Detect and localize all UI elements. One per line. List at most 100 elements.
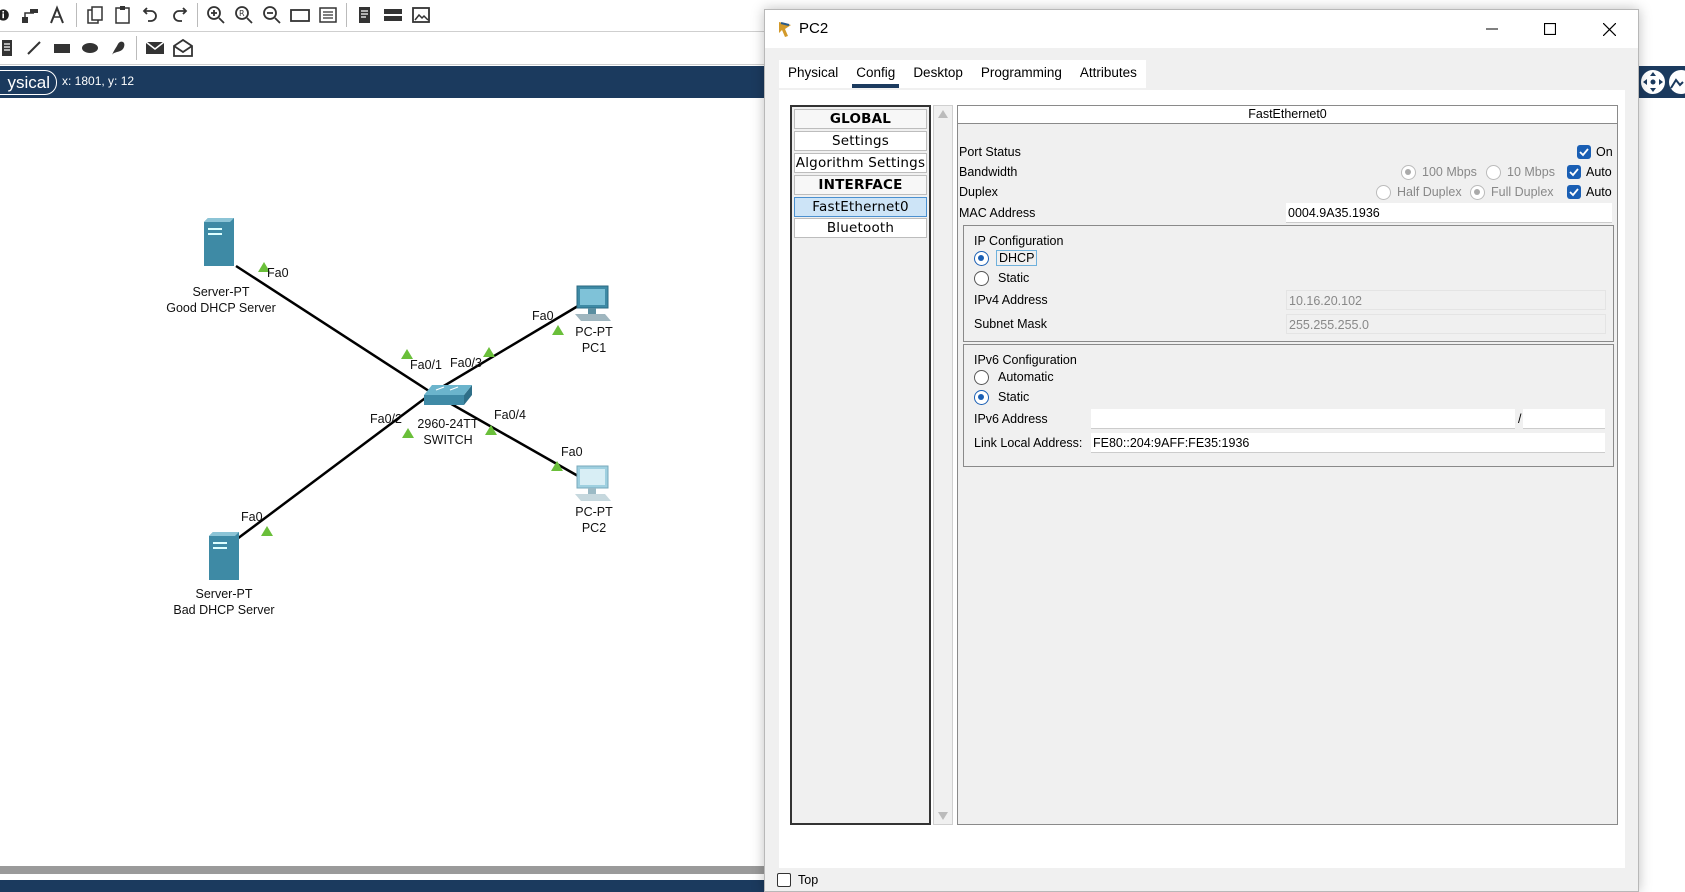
full-duplex-radio[interactable] [1470, 185, 1485, 200]
note-icon[interactable] [0, 34, 20, 62]
check-icon [1579, 148, 1589, 157]
pc2-config-dialog: PC2 Physical Config Desktop Programming … [764, 9, 1639, 892]
tab-programming[interactable]: Programming [972, 60, 1071, 88]
dialog-titlebar[interactable]: PC2 [765, 10, 1638, 48]
ip-configuration-group: IP Configuration DHCP Static IPv4 Addres… [963, 225, 1614, 342]
minimize-button[interactable] [1463, 10, 1521, 48]
scroll-up-icon[interactable] [938, 110, 948, 118]
top-checkbox[interactable] [777, 873, 791, 887]
horizontal-scrollbar[interactable] [0, 866, 770, 874]
topology-canvas[interactable] [0, 98, 770, 866]
port-label: Fa0/4 [494, 408, 526, 422]
bad-dhcp-server-icon[interactable] [209, 532, 239, 580]
dhcp-radio[interactable] [974, 251, 989, 266]
palette-icon[interactable] [314, 1, 342, 29]
mac-address-label: MAC Address [959, 206, 1036, 220]
switch-icon[interactable] [424, 385, 472, 405]
physical-mode-tab[interactable]: ysical [0, 70, 57, 95]
duplex-label: Duplex [959, 185, 998, 199]
paste-icon[interactable] [109, 1, 137, 29]
close-button[interactable] [1580, 10, 1638, 48]
tab-physical[interactable]: Physical [779, 60, 847, 88]
freeform-icon[interactable] [104, 34, 132, 62]
sidebar-item-algorithm-settings[interactable]: Algorithm Settings [794, 153, 927, 173]
complex-pdu-icon[interactable] [169, 34, 197, 62]
dialog-title: PC2 [799, 20, 829, 37]
port-label: Fa0 [561, 445, 583, 459]
notes-icon[interactable] [351, 1, 379, 29]
interface-settings: FastEthernet0 Port Status On Bandwidth 1… [957, 105, 1618, 825]
line-icon[interactable] [20, 34, 48, 62]
bandwidth-10-radio[interactable] [1486, 165, 1501, 180]
tab-desktop[interactable]: Desktop [904, 60, 972, 88]
viewport-icon[interactable] [1668, 69, 1685, 95]
ellipse-icon[interactable] [76, 34, 104, 62]
sidebar-item-fastethernet0[interactable]: FastEthernet0 [794, 197, 927, 217]
redo-icon[interactable] [165, 1, 193, 29]
port-light [261, 526, 273, 536]
sidebar-item-settings[interactable]: Settings [794, 131, 927, 151]
tab-attributes[interactable]: Attributes [1071, 60, 1146, 88]
mac-address-field[interactable]: 0004.9A35.1936 [1286, 203, 1612, 223]
bandwidth-100-radio[interactable] [1401, 165, 1416, 180]
maximize-button[interactable] [1521, 10, 1579, 48]
bandwidth-10-label: 10 Mbps [1507, 165, 1555, 179]
ipv6-static-label: Static [998, 390, 1030, 404]
ipv6-automatic-radio[interactable] [974, 370, 989, 385]
good-dhcp-server-icon[interactable] [204, 218, 234, 266]
half-duplex-label: Half Duplex [1397, 185, 1462, 199]
info-icon[interactable] [0, 1, 16, 29]
port-label: Fa0/3 [450, 356, 482, 370]
bandwidth-auto-label: Auto [1586, 165, 1612, 179]
dialog-tabs: Physical Config Desktop Programming Attr… [779, 60, 1146, 88]
link-local-address-field[interactable]: FE80::204:9AFF:FE35:1936 [1091, 433, 1605, 453]
device-icon[interactable] [379, 1, 407, 29]
port-label: Fa0 [267, 266, 289, 280]
subnet-mask-field[interactable]: 255.255.255.0 [1286, 314, 1606, 334]
ipv6-automatic-label: Automatic [998, 370, 1054, 384]
simple-pdu-icon[interactable] [141, 34, 169, 62]
network-info-icon[interactable] [16, 1, 44, 29]
port-status-label: Port Status [959, 145, 1021, 159]
device-label-pc1: PC-PT PC1 [575, 325, 613, 355]
port-status-on-label: On [1596, 145, 1613, 159]
ipv6-configuration-title: IPv6 Configuration [974, 353, 1077, 367]
app-root: R ysical x: 1801, y: 12 Server-PT Good D… [0, 0, 1685, 892]
pc1-icon[interactable] [575, 285, 611, 321]
navigation-icon[interactable] [1640, 69, 1666, 95]
ipv4-address-field[interactable]: 10.16.20.102 [1286, 290, 1606, 310]
undo-icon[interactable] [137, 1, 165, 29]
ip-static-radio[interactable] [974, 271, 989, 286]
ipv6-static-radio[interactable] [974, 390, 989, 405]
port-status-checkbox[interactable] [1577, 145, 1591, 159]
sidebar-item-bluetooth[interactable]: Bluetooth [794, 218, 927, 238]
copy-icon[interactable] [81, 1, 109, 29]
duplex-auto-checkbox[interactable] [1567, 185, 1581, 199]
prefix-slash: / [1518, 412, 1522, 426]
dhcp-label: DHCP [996, 250, 1038, 266]
zoom-in-icon[interactable] [202, 1, 230, 29]
rectangle-icon[interactable] [48, 34, 76, 62]
half-duplex-radio[interactable] [1376, 185, 1391, 200]
ipv6-prefix-field[interactable] [1523, 409, 1605, 429]
scroll-down-icon[interactable] [938, 812, 948, 820]
rectangle-window-icon[interactable] [286, 1, 314, 29]
image-icon[interactable] [407, 1, 435, 29]
port-label: Fa0 [241, 510, 263, 524]
zoom-out-icon[interactable] [258, 1, 286, 29]
pc2-icon[interactable] [575, 465, 611, 501]
config-panel: GLOBAL Settings Algorithm Settings INTER… [779, 90, 1625, 868]
toolbar-separator [197, 3, 198, 27]
zoom-reset-icon[interactable]: R [230, 1, 258, 29]
bandwidth-auto-checkbox[interactable] [1567, 165, 1581, 179]
inspect-icon[interactable] [44, 1, 72, 29]
ipv6-address-field[interactable] [1091, 409, 1515, 429]
sidebar-scrollbar[interactable] [933, 105, 953, 825]
cursor-coordinates: x: 1801, y: 12 [62, 74, 135, 88]
svg-text:R: R [239, 9, 245, 18]
tab-config[interactable]: Config [847, 60, 904, 88]
toolbar-separator [76, 3, 77, 27]
port-label: Fa0/2 [370, 412, 402, 426]
ip-static-label: Static [998, 271, 1030, 285]
top-checkbox-label: Top [798, 873, 819, 887]
